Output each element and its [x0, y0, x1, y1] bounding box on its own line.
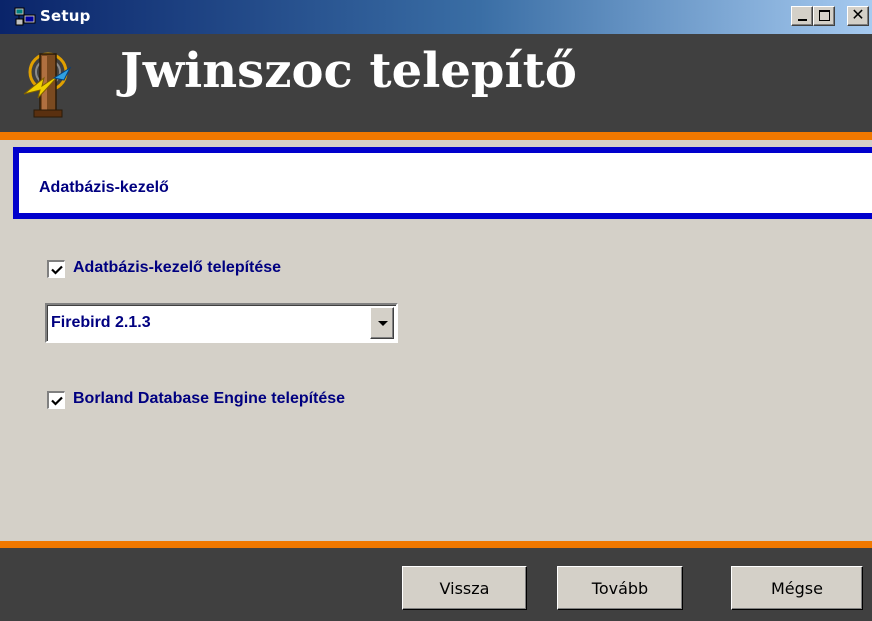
back-button[interactable]: Vissza — [402, 566, 527, 610]
checkmark-icon — [51, 396, 63, 406]
maximize-icon — [819, 10, 830, 21]
install-bde-label[interactable]: Borland Database Engine telepítése — [73, 390, 345, 408]
title-bar[interactable]: Setup ✕ — [0, 0, 872, 34]
db-engine-select[interactable]: Firebird 2.1.3 — [45, 303, 398, 343]
cancel-button[interactable]: Mégse — [731, 566, 863, 610]
footer-divider — [0, 541, 872, 548]
chevron-down-icon — [378, 321, 388, 326]
section-title: Adatbázis-kezelő — [39, 179, 169, 196]
install-bde-checkbox[interactable] — [47, 391, 65, 409]
close-icon: ✕ — [851, 5, 865, 24]
installer-header: Jwinszoc telepítő — [0, 34, 872, 132]
window-title: Setup — [40, 7, 91, 25]
install-db-label[interactable]: Adatbázis-kezelő telepítése — [73, 259, 281, 277]
minimize-button[interactable] — [791, 6, 813, 26]
dropdown-button[interactable] — [370, 307, 394, 339]
jwinszoc-logo-icon — [20, 48, 76, 120]
setup-computer-icon — [14, 7, 36, 27]
header-divider — [0, 132, 872, 140]
minimize-icon — [798, 19, 807, 21]
section-header: Adatbázis-kezelő — [13, 147, 872, 219]
db-engine-value: Firebird 2.1.3 — [51, 314, 151, 331]
install-db-checkbox[interactable] — [47, 260, 65, 278]
maximize-button[interactable] — [813, 6, 835, 26]
checkmark-icon — [51, 265, 63, 275]
app-title: Jwinszoc telepítő — [120, 43, 577, 99]
next-button[interactable]: Tovább — [557, 566, 683, 610]
close-button[interactable]: ✕ — [847, 5, 869, 26]
